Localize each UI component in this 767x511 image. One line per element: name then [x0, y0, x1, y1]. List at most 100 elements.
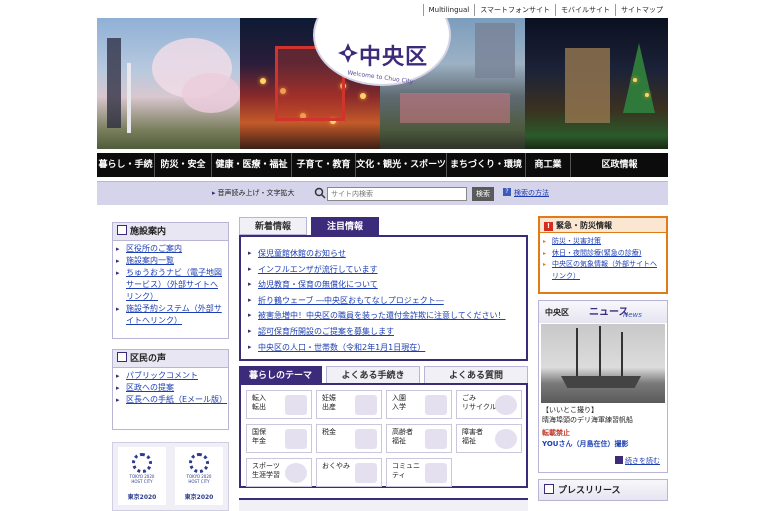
main-nav: 暮らし・手続き 防災・安全 健康・医療・福祉 子育て・教育 文化・観光・スポーツ… [97, 153, 668, 194]
link-sitemap[interactable]: サイトマップ [615, 4, 668, 16]
utility-links: Multilingual スマートフォンサイト モバイルサイト サイトマップ [422, 4, 668, 16]
news-item[interactable]: 被害急増中！中央区の職員を装った還付金詐欺に注意してください！ [248, 308, 520, 324]
tile-label: ごみ リサイクル [462, 394, 497, 411]
olympic-label: 東京2020 [127, 494, 157, 501]
facilities-box: 施設案内 区役所のご案内 施設案内一覧 ちゅうおうナビ（電子地図サービス）（外部… [112, 222, 229, 339]
tile-school[interactable]: 入園 入学 [386, 390, 452, 419]
tab-faq[interactable]: よくある質問 [424, 366, 528, 384]
tile-move[interactable]: 転入 転出 [246, 390, 312, 419]
list-item[interactable]: 休日・夜間診療(緊急の診療) [543, 248, 663, 260]
lantern [360, 93, 366, 99]
tile-label: 転入 転出 [252, 394, 266, 411]
reprint-notice: 転載禁止 [542, 429, 570, 437]
tab-new-info[interactable]: 新着情報 [239, 217, 307, 235]
press-release-heading[interactable]: プレスリリース [538, 479, 668, 501]
link-mobile[interactable]: モバイルサイト [555, 4, 615, 16]
list-item[interactable]: 区長への手紙（Eメール版） [116, 394, 227, 406]
news-item[interactable]: 保児童館休館のお知らせ [248, 246, 520, 262]
baby-bottle-icon [355, 395, 377, 415]
nav-safety[interactable]: 防災・安全 [155, 153, 212, 177]
nav-culture[interactable]: 文化・観光・スポーツ [356, 153, 447, 177]
search-input[interactable] [327, 187, 467, 201]
tile-community[interactable]: コミュニ ティ [386, 458, 452, 487]
theme-tabs: 暮らしのテーマ よくある手続き よくある質問 [239, 366, 528, 384]
tile-insurance[interactable]: 国保 年金 [246, 424, 312, 453]
news-tabs: 新着情報 注目情報 [239, 217, 528, 235]
list-item[interactable]: 防災・災害対策 [543, 236, 663, 248]
light [645, 93, 649, 97]
caption-line: 晴海埠頭のデリ海軍練習帆船 [542, 416, 633, 424]
news-item[interactable]: インフルエンザが流行しています [248, 262, 520, 278]
emblem-caption: HOST CITY [188, 479, 210, 484]
city-news-box: 中央区 ニュース News 【いいとこ撮り】 晴海埠頭のデリ海軍練習帆船 転載禁… [538, 300, 668, 473]
voice-zoom-link[interactable]: 音声読み上げ・文字拡大 [212, 188, 295, 198]
news-item[interactable]: 折り鶴ウェーブ ―中央区おもてなしプロジェクト― [248, 293, 520, 309]
search-button[interactable]: 検索 [472, 187, 494, 201]
photo-credit: YOUさん（月島在住）撮影 [542, 440, 629, 448]
banner-photo-ginza [525, 18, 668, 149]
voices-heading: 区民の声 [113, 350, 228, 368]
list-item[interactable]: 区役所のご案内 [116, 243, 225, 255]
tab-featured-info[interactable]: 注目情報 [311, 217, 379, 235]
tab-common-procedures[interactable]: よくある手続き [326, 366, 420, 384]
school-bag-icon [425, 395, 447, 415]
recycle-icon [495, 395, 517, 415]
search-bar: 音声読み上げ・文字拡大 検索 検索の方法 ? [97, 181, 668, 205]
building-shape [475, 23, 515, 78]
theme-tiles-box: 転入 転出 妊娠 出産 入園 入学 ごみ リサイクル 国保 年金 税金 高齢者 … [239, 383, 528, 488]
olympic-banners: TOKYO 2020 HOST CITY 東京2020 TOKYO 2020 H… [112, 442, 229, 511]
emergency-title: 緊急・防災情報 [556, 221, 612, 230]
header-banner: 中央区 Welcome to Chuo City [97, 18, 668, 149]
tile-label: 妊娠 出産 [322, 394, 336, 411]
olympic-emblem-icon [132, 453, 152, 473]
tile-elderly[interactable]: 高齢者 福祉 [386, 424, 452, 453]
house-icon [285, 395, 307, 415]
nav-administration[interactable]: 区政情報 [571, 153, 668, 177]
news-item[interactable]: 中央区の人口・世帯数（令和2年1月1日現在） [248, 340, 520, 356]
cherry-blossom [182, 73, 240, 113]
city-news-header: 中央区 ニュース News [539, 301, 667, 323]
clock-tower [565, 48, 610, 123]
sailing-ship-photo[interactable] [541, 324, 665, 403]
document-icon [285, 429, 307, 449]
tile-label: コミュニ ティ [392, 462, 420, 479]
flower-icon [355, 463, 377, 483]
nav-living[interactable]: 暮らし・手続き [97, 153, 155, 194]
wheelchair-icon [495, 429, 517, 449]
list-item[interactable]: 区政への提案 [116, 382, 225, 394]
nav-health[interactable]: 健康・医療・福祉 [212, 153, 292, 177]
site-title[interactable]: 中央区 [359, 39, 428, 71]
list-item[interactable]: 施設予約システム（外部サイトへリンク） [116, 303, 225, 327]
tile-tax[interactable]: 税金 [316, 424, 382, 453]
elderly-icon [425, 429, 447, 449]
link-smartphone[interactable]: スマートフォンサイト [474, 4, 555, 16]
tile-pregnancy[interactable]: 妊娠 出産 [316, 390, 382, 419]
tile-label: 税金 [322, 428, 336, 436]
read-more-link[interactable]: 続きを読む [615, 456, 660, 466]
voices-list: パブリックコメント 区政への提案 区長への手紙（Eメール版） [113, 368, 228, 408]
list-item[interactable]: 中央区の気象情報（外部サイトへリンク） [543, 259, 663, 282]
tile-disability[interactable]: 障害者 福祉 [456, 424, 522, 453]
tile-sports[interactable]: スポーツ 生涯学習 [246, 458, 312, 487]
mast [599, 326, 601, 378]
list-item[interactable]: 施設案内一覧 [116, 255, 225, 267]
page: Multilingual スマートフォンサイト モバイルサイト サイトマップ 中… [97, 0, 668, 511]
tile-condolence[interactable]: おくやみ [316, 458, 382, 487]
news-item[interactable]: 認可保育所開設のご提案を募集します [248, 324, 520, 340]
list-item[interactable]: パブリックコメント [116, 370, 225, 382]
olympic-banner[interactable]: TOKYO 2020 HOST CITY 東京2020 [118, 447, 166, 505]
search-icon [314, 187, 326, 199]
tab-living-themes[interactable]: 暮らしのテーマ [239, 366, 322, 384]
tile-recycle[interactable]: ごみ リサイクル [456, 390, 522, 419]
christmas-tree [623, 43, 655, 113]
tile-label: 入園 入学 [392, 394, 406, 411]
building-shape [107, 38, 121, 128]
nav-education[interactable]: 子育て・教育 [292, 153, 356, 177]
link-multilingual[interactable]: Multilingual [422, 4, 475, 16]
paralympic-banner[interactable]: TOKYO 2020 HOST CITY 東京2020 [175, 447, 223, 505]
nav-environment[interactable]: まちづくり・環境 [447, 153, 526, 177]
nav-commerce[interactable]: 商工業 [526, 153, 571, 177]
paralympic-label: 東京2020 [184, 494, 214, 501]
list-item[interactable]: ちゅうおうナビ（電子地図サービス）（外部サイトへリンク） [116, 267, 225, 303]
news-item[interactable]: 幼児教育・保育の無償化について [248, 277, 520, 293]
